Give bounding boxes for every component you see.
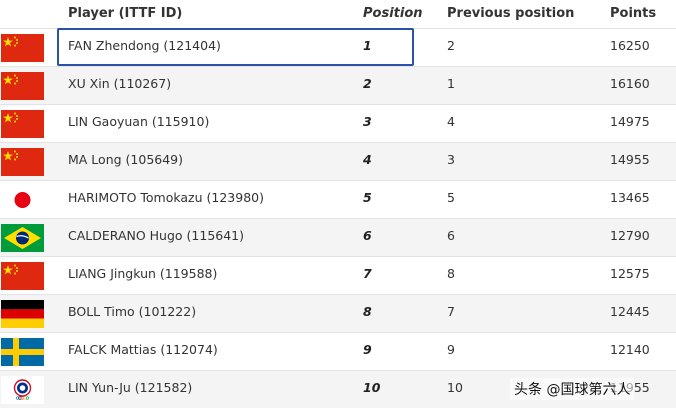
header-points[interactable]: Points <box>610 6 656 21</box>
player-points: 13465 <box>610 190 650 205</box>
previous-position: 10 <box>447 380 463 395</box>
chinese-taipei-olympic-flag-icon <box>1 376 44 404</box>
header-previous-position[interactable]: Previous position <box>447 6 574 21</box>
previous-position: 4 <box>447 114 455 129</box>
player-name[interactable]: MA Long (105649) <box>68 152 183 167</box>
china-flag-icon <box>1 262 44 290</box>
player-points: 12445 <box>610 304 650 319</box>
player-position: 4 <box>363 152 372 167</box>
table-row[interactable]: LIANG Jingkun (119588) 7 8 12575 <box>0 256 676 294</box>
china-flag-icon <box>1 148 44 176</box>
header-player[interactable]: Player (ITTF ID) <box>68 6 182 21</box>
previous-position: 1 <box>447 76 455 91</box>
previous-position: 7 <box>447 304 455 319</box>
germany-flag-icon <box>1 300 44 328</box>
player-name[interactable]: LIANG Jingkun (119588) <box>68 266 217 281</box>
player-points: 16250 <box>610 38 650 53</box>
player-name[interactable]: FAN Zhendong (121404) <box>68 38 221 53</box>
table-row[interactable]: CALDERANO Hugo (115641) 6 6 12790 <box>0 218 676 256</box>
player-name[interactable]: CALDERANO Hugo (115641) <box>68 228 244 243</box>
player-points: 12140 <box>610 342 650 357</box>
previous-position: 2 <box>447 38 455 53</box>
table-row[interactable]: MA Long (105649) 4 3 14955 <box>0 142 676 180</box>
table-row[interactable]: FAN Zhendong (121404) 1 2 16250 <box>0 28 676 66</box>
japan-flag-icon <box>1 186 44 214</box>
player-points: 14975 <box>610 114 650 129</box>
china-flag-icon <box>1 110 44 138</box>
previous-position: 3 <box>447 152 455 167</box>
previous-position: 8 <box>447 266 455 281</box>
player-position: 10 <box>363 380 381 395</box>
china-flag-icon <box>1 34 44 62</box>
previous-position: 5 <box>447 190 455 205</box>
china-flag-icon <box>1 72 44 100</box>
previous-position: 9 <box>447 342 455 357</box>
player-points: 12575 <box>610 266 650 281</box>
player-position: 6 <box>363 228 372 243</box>
player-points: 16160 <box>610 76 650 91</box>
player-position: 9 <box>363 342 372 357</box>
table-row[interactable]: XU Xin (110267) 2 1 16160 <box>0 66 676 104</box>
header-position[interactable]: Position <box>363 6 423 21</box>
player-points: 14955 <box>610 152 650 167</box>
sweden-flag-icon <box>1 338 44 366</box>
table-row[interactable]: LIN Gaoyuan (115910) 3 4 14975 <box>0 104 676 142</box>
brazil-flag-icon <box>1 224 44 252</box>
player-name[interactable]: HARIMOTO Tomokazu (123980) <box>68 190 264 205</box>
player-name[interactable]: BOLL Timo (101222) <box>68 304 196 319</box>
player-name[interactable]: LIN Gaoyuan (115910) <box>68 114 209 129</box>
player-position: 1 <box>363 38 372 53</box>
table-header: Player (ITTF ID) Position Previous posit… <box>0 0 676 28</box>
watermark: 头条 @国球第六人 <box>510 378 635 400</box>
player-position: 2 <box>363 76 372 91</box>
table-row[interactable]: HARIMOTO Tomokazu (123980) 5 5 13465 <box>0 180 676 218</box>
table-row[interactable]: FALCK Mattias (112074) 9 9 12140 <box>0 332 676 370</box>
player-position: 7 <box>363 266 372 281</box>
table-row[interactable]: BOLL Timo (101222) 8 7 12445 <box>0 294 676 332</box>
previous-position: 6 <box>447 228 455 243</box>
player-name[interactable]: XU Xin (110267) <box>68 76 171 91</box>
player-points: 12790 <box>610 228 650 243</box>
player-name[interactable]: LIN Yun-Ju (121582) <box>68 380 192 395</box>
player-position: 8 <box>363 304 372 319</box>
player-name[interactable]: FALCK Mattias (112074) <box>68 342 218 357</box>
player-position: 3 <box>363 114 372 129</box>
player-position: 5 <box>363 190 372 205</box>
